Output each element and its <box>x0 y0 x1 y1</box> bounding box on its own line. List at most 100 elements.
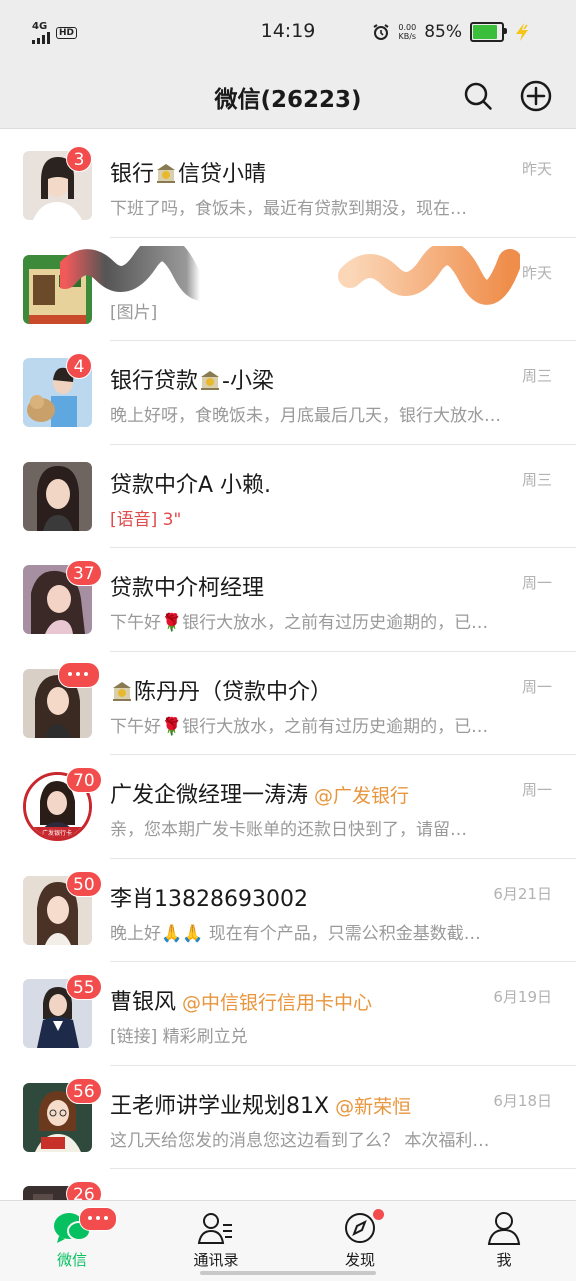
avatar-caption: 广发银行卡 <box>42 829 72 837</box>
chat-name: 陈丹丹（贷款中介） <box>110 674 466 706</box>
bank-icon <box>157 164 176 183</box>
home-indicator[interactable] <box>200 1271 376 1275</box>
preview-part: 银行大放水，之前有过历史逾期的，已… <box>182 613 489 633</box>
chat-name: 贷款中介柯经理 <box>110 576 265 601</box>
org-tag: @新荣恒 <box>335 1095 412 1118</box>
search-button[interactable] <box>458 76 498 116</box>
chat-time: 周三 <box>521 470 552 489</box>
chat-list[interactable]: 3 银行 信贷小晴 昨天 下班了吗，食饭未，最近有贷款到期没，现在… 昨天 [图片… <box>0 134 576 1200</box>
folded-hands-emoji-icon: 🙏🙏 <box>161 923 209 944</box>
tab-me[interactable]: 我 <box>449 1211 559 1270</box>
speed-value: 0.00 <box>398 23 417 32</box>
charging-icon <box>516 23 528 41</box>
unread-badge: 37 <box>66 560 102 586</box>
chat-preview: 下午好🌹银行大放水，之前有过历史逾期的，已… <box>110 712 530 737</box>
person-icon <box>485 1211 523 1245</box>
contacts-icon <box>197 1211 235 1245</box>
chat-item[interactable]: 贷款中介A 小赖. 周三 [语音] 3" <box>0 445 576 548</box>
preview-part: 银行大放水，之前有过历史逾期的，已… <box>182 716 489 737</box>
chat-name: 王老师讲学业规划81X @新荣恒 <box>110 1088 466 1120</box>
network-speed: 0.00 KB/s <box>398 23 416 41</box>
chat-item[interactable]: 37 贷款中介柯经理 周一 下午好🌹银行大放水，之前有过历史逾期的，已… <box>0 548 576 652</box>
compass-icon <box>341 1209 384 1245</box>
unread-badge: 4 <box>66 353 92 379</box>
chat-time: 昨天 <box>521 263 552 282</box>
chat-name-part: -小梁 <box>222 369 274 394</box>
chat-item[interactable]: 56 王老师讲学业规划81X @新荣恒 6月18日 这几天给您发的消息您这边看到了… <box>0 1066 576 1169</box>
tab-chats[interactable]: 微信 <box>17 1207 127 1270</box>
chat-preview: [语音] 3" <box>110 509 182 530</box>
chat-name: 曹银风 @中信银行信用卡中心 <box>110 984 466 1016</box>
tab-label: 我 <box>496 1251 512 1269</box>
chat-item[interactable]: 陈丹丹（贷款中介） 周一 下午好🌹银行大放水，之前有过历史逾期的，已… <box>0 652 576 755</box>
chat-time: 周三 <box>521 367 552 385</box>
chat-bubbles-icon <box>53 1207 117 1245</box>
chat-name: 银行贷款 -小梁 <box>110 363 466 395</box>
chat-item[interactable]: 广发银行卡 70 广发企微经理一涛涛 @广发银行 周一 亲，您本期广发卡账单的还款… <box>0 755 576 859</box>
chat-preview: [图片] <box>110 302 158 323</box>
chat-time: 6月21日 <box>493 884 552 903</box>
chat-name: 广发企微经理一涛涛 @广发银行 <box>110 777 466 809</box>
chat-preview: 这几天给您发的消息您这边看到了么？ 本次福利… <box>110 1130 490 1151</box>
chat-preview: [链接] 精彩刷立兑 <box>110 1027 248 1047</box>
chat-item[interactable]: 4 银行贷款 -小梁 周三 晚上好呀，食晚饭未，月底最后几天，银行大放水… <box>0 341 576 445</box>
preview-part: 晚上好 <box>110 923 161 944</box>
top-nav-bar: 微信(26223) <box>0 64 576 129</box>
preview-part: 下午好 <box>110 613 161 633</box>
chat-item[interactable]: 26 <box>0 1169 576 1200</box>
chat-time: 周一 <box>521 677 552 696</box>
chat-preview: 下午好🌹银行大放水，之前有过历史逾期的，已… <box>110 608 530 633</box>
chat-time: 6月19日 <box>493 988 552 1006</box>
chat-name: 银行 信贷小晴 <box>110 156 466 188</box>
chat-name-part: 信贷小晴 <box>178 162 267 187</box>
status-bar: 4G HD 14:19 0.00 KB/s 85% <box>0 0 576 64</box>
chat-preview: 亲，您本期广发卡账单的还款日快到了，请留… <box>110 820 467 840</box>
bank-icon <box>113 681 131 701</box>
unread-badge: 56 <box>66 1077 102 1104</box>
chat-item[interactable]: 3 银行 信贷小晴 昨天 下班了吗，食饭未，最近有贷款到期没，现在… <box>0 134 576 238</box>
chat-name-part: 银行贷款 <box>110 369 199 394</box>
unread-badge: 50 <box>66 870 102 897</box>
chat-time: 周一 <box>521 574 552 592</box>
tab-label: 通讯录 <box>193 1251 239 1269</box>
chat-name: 李肖13828693002 <box>110 886 308 912</box>
chat-preview: 晚上好呀，食晚饭未，月底最后几天，银行大放水… <box>110 406 501 426</box>
avatar <box>23 461 92 531</box>
tab-label: 微信 <box>56 1251 87 1269</box>
tab-contacts[interactable]: 通讯录 <box>161 1211 271 1270</box>
chat-item[interactable]: 50 李肖13828693002 6月21日 晚上好🙏🙏 现在有个产品，只需公积… <box>0 859 576 962</box>
chat-time: 周一 <box>521 781 552 799</box>
chat-time: 6月18日 <box>493 1091 552 1110</box>
chat-name-part: 曹银风 <box>110 990 177 1015</box>
unread-badge: 55 <box>66 974 102 1000</box>
chat-time: 昨天 <box>521 160 552 178</box>
unread-badge: 3 <box>66 146 92 172</box>
org-tag: @广发银行 <box>314 785 410 807</box>
search-icon <box>464 82 492 110</box>
unread-badge: 26 <box>66 1181 102 1200</box>
tab-unread-badge <box>79 1207 117 1231</box>
chat-name-part: 王老师讲学业规划81X <box>110 1093 330 1119</box>
tab-discover[interactable]: 发现 <box>305 1209 415 1270</box>
unread-badge: 70 <box>66 767 102 793</box>
chat-name-part: 广发企微经理一涛涛 <box>110 783 309 808</box>
tab-label: 发现 <box>344 1251 375 1269</box>
bank-icon <box>201 371 220 390</box>
org-tag: @中信银行信用卡中心 <box>182 992 373 1014</box>
preview-part: 下午好 <box>110 716 161 737</box>
plus-circle-icon <box>520 80 552 112</box>
battery-icon <box>470 22 507 42</box>
chat-item[interactable]: 55 曹银风 @中信银行信用卡中心 6月19日 [链接] 精彩刷立兑 <box>0 962 576 1066</box>
chat-preview: 晚上好🙏🙏 现在有个产品，只需公积金基数截… <box>110 919 530 944</box>
chat-preview: 下班了吗，食饭未，最近有贷款到期没，现在… <box>110 199 467 219</box>
tab-new-dot <box>373 1209 384 1220</box>
chat-item[interactable]: 昨天 [图片] <box>0 238 576 341</box>
battery-percent: 85% <box>424 22 462 42</box>
add-button[interactable] <box>516 76 556 116</box>
unread-more-badge <box>58 661 100 688</box>
chat-name: 贷款中介A 小赖. <box>110 472 272 498</box>
preview-part: 现在有个产品，只需公积金基数截… <box>208 923 481 944</box>
chat-name-part: 陈丹丹（贷款中介） <box>134 679 333 705</box>
battery-fill <box>473 25 497 39</box>
alarm-icon <box>373 24 389 40</box>
